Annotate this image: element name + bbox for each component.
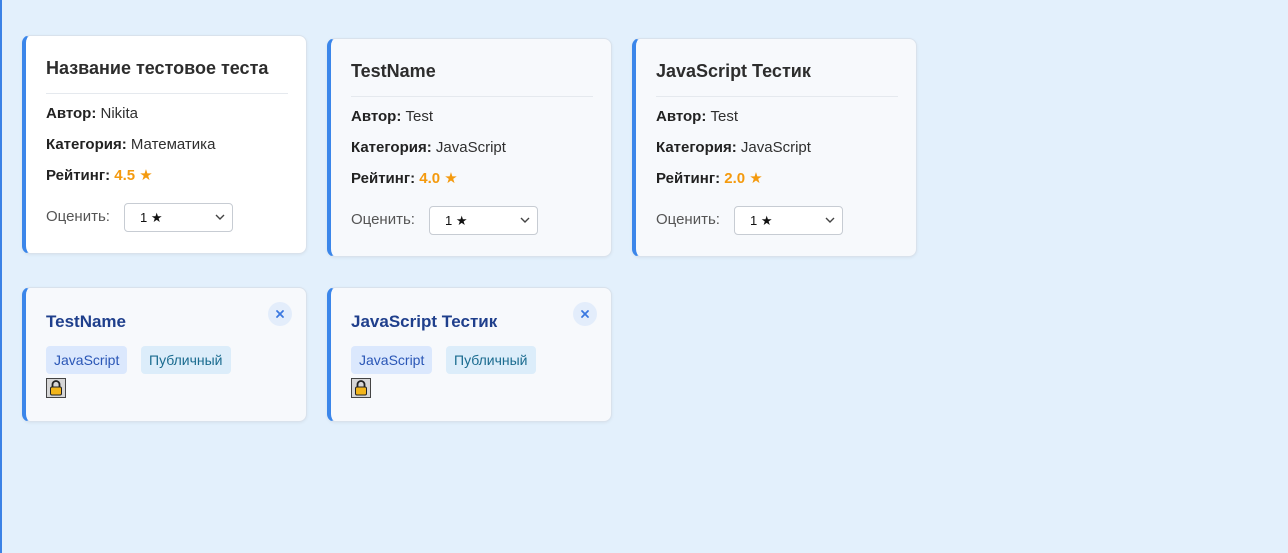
my-test-title: TestName <box>46 312 126 331</box>
lock-icon <box>351 378 371 398</box>
author-value: Nikita <box>100 105 139 122</box>
category-row: Категория: JavaScript <box>656 139 811 156</box>
rating-row: Рейтинг: 4.0 ★ <box>351 169 458 187</box>
divider <box>656 96 898 97</box>
category-label: Категория: <box>351 139 432 156</box>
close-icon <box>276 310 284 318</box>
author-value: Test <box>710 108 739 125</box>
author-row: Автор: Nikita <box>46 105 138 122</box>
test-title: TestName <box>351 61 436 81</box>
rating-value: 2.0 ★ <box>724 170 763 187</box>
rate-label: Оценить: <box>656 211 720 228</box>
visibility-tag: Публичный <box>141 346 231 374</box>
category-value: JavaScript <box>740 139 811 156</box>
test-card[interactable]: JavaScript Тестик Автор: Test Категория:… <box>632 38 917 257</box>
rate-select[interactable]: 1 ★ <box>734 206 843 235</box>
test-title: Название тестовое теста <box>46 58 269 78</box>
category-row: Категория: Математика <box>46 136 215 153</box>
rate-select[interactable]: 1 ★ <box>429 206 538 235</box>
author-label: Автор: <box>46 105 97 122</box>
rating-row: Рейтинг: 4.5 ★ <box>46 166 153 184</box>
rate-select-value: 1 ★ <box>445 213 468 228</box>
rating-row: Рейтинг: 2.0 ★ <box>656 169 763 187</box>
my-test-card[interactable]: JavaScript Тестик JavaScript Публичный <box>327 287 612 422</box>
rate-label: Оценить: <box>46 208 110 225</box>
my-test-title: JavaScript Тестик <box>351 312 498 331</box>
category-label: Категория: <box>46 136 127 153</box>
rate-select[interactable]: 1 ★ <box>124 203 233 232</box>
author-row: Автор: Test <box>351 108 433 125</box>
rating-label: Рейтинг: <box>656 170 721 187</box>
chevron-down-icon <box>215 214 225 220</box>
rating-value: 4.0 ★ <box>419 170 458 187</box>
category-value: Математика <box>130 136 216 153</box>
divider <box>351 96 593 97</box>
left-edge-border <box>0 0 2 553</box>
test-card[interactable]: TestName Автор: Test Категория: JavaScri… <box>327 38 612 257</box>
delete-button[interactable] <box>268 302 292 326</box>
author-label: Автор: <box>351 108 402 125</box>
author-value: Test <box>405 108 434 125</box>
delete-button[interactable] <box>573 302 597 326</box>
category-tag: JavaScript <box>351 346 433 374</box>
category-row: Категория: JavaScript <box>351 139 506 156</box>
author-row: Автор: Test <box>656 108 738 125</box>
category-label: Категория: <box>656 139 737 156</box>
rate-select-value: 1 ★ <box>750 213 773 228</box>
chevron-down-icon <box>825 217 835 223</box>
category-tag: JavaScript <box>46 346 128 374</box>
rating-value: 4.5 ★ <box>114 167 153 184</box>
chevron-down-icon <box>520 217 530 223</box>
rate-label: Оценить: <box>351 211 415 228</box>
rating-label: Рейтинг: <box>351 170 416 187</box>
divider <box>46 93 288 94</box>
rate-select-value: 1 ★ <box>140 210 163 225</box>
visibility-tag: Публичный <box>446 346 536 374</box>
close-icon <box>581 310 589 318</box>
test-title: JavaScript Тестик <box>656 61 811 81</box>
rating-label: Рейтинг: <box>46 167 111 184</box>
my-test-card[interactable]: TestName JavaScript Публичный <box>22 287 307 422</box>
test-card[interactable]: Название тестовое теста Автор: Nikita Ка… <box>22 35 307 254</box>
author-label: Автор: <box>656 108 707 125</box>
lock-icon <box>46 378 66 398</box>
category-value: JavaScript <box>435 139 506 156</box>
